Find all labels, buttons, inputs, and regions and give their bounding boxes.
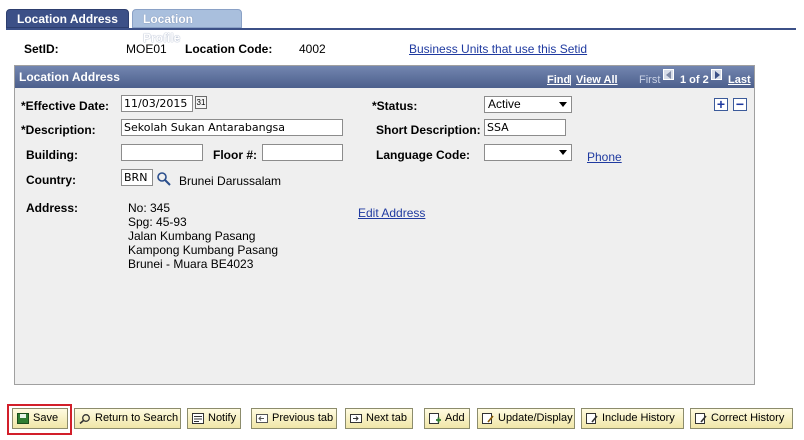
notify-label: Notify <box>208 412 237 424</box>
address-line: Jalan Kumbang Pasang <box>128 229 256 243</box>
previous-row-icon[interactable] <box>663 69 674 80</box>
include-history-icon <box>586 413 598 424</box>
add-row-icon[interactable]: + <box>714 97 728 111</box>
previous-tab-icon <box>256 414 268 423</box>
setid-value: MOE01 <box>126 42 167 56</box>
description-label: *Description: <box>21 123 96 137</box>
location-address-group: Location Address Find | View All First 1… <box>14 65 755 385</box>
include-history-button[interactable]: Include History <box>581 408 684 429</box>
status-select[interactable]: Active <box>484 96 572 113</box>
language-code-select[interactable] <box>484 144 572 161</box>
group-header: Location Address Find | View All First 1… <box>15 66 754 88</box>
location-code-label: Location Code: <box>185 42 273 56</box>
short-description-label: Short Description: <box>376 123 481 137</box>
effective-date-label: *Effective Date: <box>21 99 110 113</box>
group-title: Location Address <box>19 70 120 84</box>
previous-tab-button[interactable]: Previous tab <box>251 408 337 429</box>
save-label: Save <box>33 412 59 424</box>
correct-history-label: Correct History <box>711 412 785 424</box>
next-tab-icon <box>350 414 362 423</box>
notify-button[interactable]: Notify <box>187 408 241 429</box>
floor-input[interactable] <box>262 144 343 161</box>
first-label: First <box>639 74 661 86</box>
country-name: Brunei Darussalam <box>179 174 282 188</box>
save-icon <box>17 413 29 424</box>
pager-text: 1 of 2 <box>680 74 709 86</box>
return-to-search-button[interactable]: Return to Search <box>74 408 181 429</box>
edit-address-link[interactable]: Edit Address <box>358 206 425 220</box>
address-line: Brunei - Muara BE4023 <box>128 257 254 271</box>
chevron-down-icon <box>559 102 567 107</box>
language-code-label: Language Code: <box>376 148 471 162</box>
next-tab-label: Next tab <box>366 412 407 424</box>
correct-history-button[interactable]: Correct History <box>690 408 793 429</box>
find-link[interactable]: Find <box>547 74 570 86</box>
correct-history-icon <box>695 413 707 424</box>
tab-location-profile[interactable]: Location Profile <box>132 9 242 45</box>
calendar-icon[interactable]: 31 <box>195 96 207 109</box>
last-link[interactable]: Last <box>728 74 751 86</box>
chevron-down-icon <box>559 150 567 155</box>
effective-date-input[interactable] <box>121 95 193 112</box>
business-units-link[interactable]: Business Units that use this Setid <box>409 42 587 56</box>
return-search-icon <box>79 414 90 424</box>
country-input[interactable] <box>121 169 153 186</box>
address-line: Kampong Kumbang Pasang <box>128 243 279 257</box>
next-tab-button[interactable]: Next tab <box>345 408 413 429</box>
address-line: No: 345 <box>128 201 171 215</box>
view-all-link[interactable]: View All <box>576 74 618 86</box>
tab-location-address[interactable]: Location Address <box>6 9 129 28</box>
status-label: *Status: <box>372 99 418 113</box>
building-input[interactable] <box>121 144 203 161</box>
update-display-icon <box>482 413 494 424</box>
next-row-icon[interactable] <box>711 69 722 80</box>
floor-label: Floor #: <box>213 148 257 162</box>
add-icon <box>429 413 441 424</box>
country-label: Country: <box>26 173 76 187</box>
add-button[interactable]: Add <box>424 408 470 429</box>
description-input[interactable] <box>121 119 343 136</box>
building-label: Building: <box>26 148 78 162</box>
status-value: Active <box>488 97 521 111</box>
address-label: Address: <box>26 201 79 215</box>
delete-row-icon[interactable]: − <box>733 97 747 111</box>
update-display-label: Update/Display <box>498 412 573 424</box>
return-to-search-label: Return to Search <box>95 412 179 424</box>
nav-separator: | <box>569 74 572 86</box>
setid-label: SetID: <box>24 42 59 56</box>
save-button[interactable]: Save <box>12 408 68 429</box>
add-label: Add <box>445 412 465 424</box>
phone-link[interactable]: Phone <box>587 150 622 164</box>
previous-tab-label: Previous tab <box>272 412 334 424</box>
search-icon[interactable] <box>156 171 172 186</box>
tab-underline <box>6 28 796 30</box>
include-history-label: Include History <box>602 412 675 424</box>
update-display-button[interactable]: Update/Display <box>477 408 575 429</box>
address-line: Spg: 45-93 <box>128 215 187 229</box>
location-code-value: 4002 <box>299 42 326 56</box>
notify-icon <box>192 413 204 424</box>
short-description-input[interactable] <box>484 119 566 136</box>
